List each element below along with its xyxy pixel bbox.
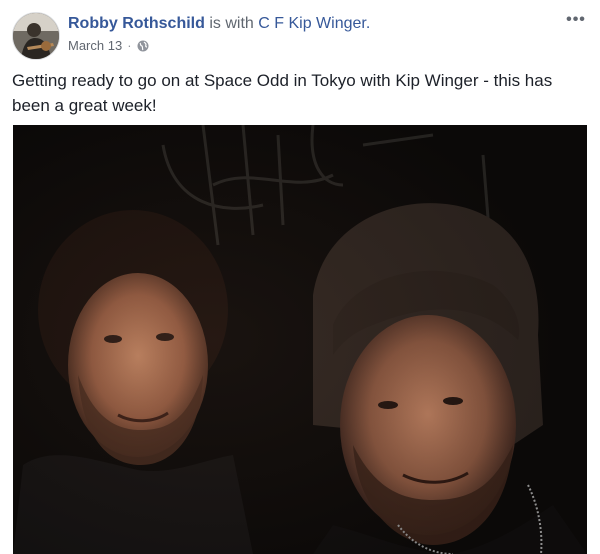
meta-separator: · [127,38,132,53]
avatar[interactable] [12,12,60,60]
post-header: Robby Rothschild is with C F Kip Winger.… [12,12,588,60]
with-text: is with [209,15,254,32]
post-meta: March 13 · [68,38,149,54]
globe-icon[interactable] [137,40,149,52]
author-line: Robby Rothschild is with C F Kip Winger. [68,14,370,34]
post-date-link[interactable]: March 13 [68,38,122,54]
post-text: Getting ready to go on at Space Odd in T… [12,71,553,115]
author-name-link[interactable]: Robby Rothschild [68,15,205,32]
more-options-icon[interactable]: ••• [564,12,588,30]
post-photo[interactable] [13,125,587,554]
tagged-friend-link[interactable]: C F Kip Winger. [258,15,370,32]
